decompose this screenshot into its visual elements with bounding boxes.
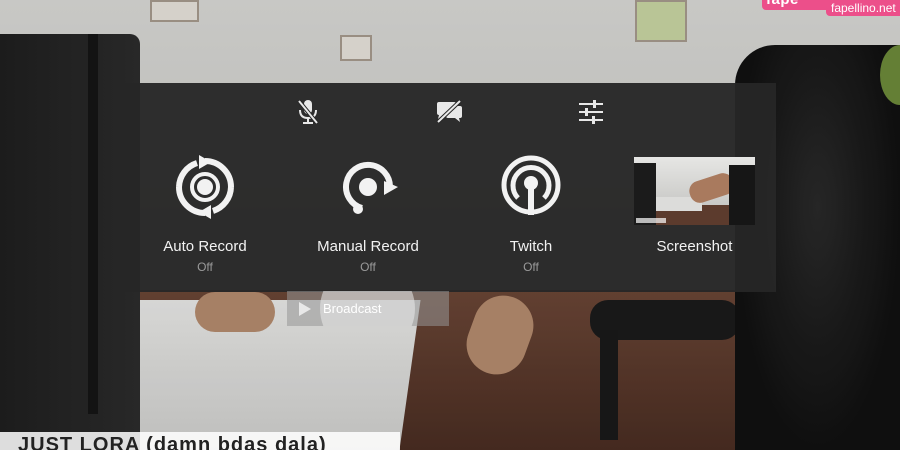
watermark-site: fapellino.net — [826, 0, 900, 16]
manual-record-tile[interactable]: Manual Record Off — [288, 155, 448, 280]
watermark-brand: fape — [766, 0, 799, 8]
auto-record-icon — [176, 155, 234, 219]
broadcast-label: Broadcast — [323, 301, 382, 316]
manual-record-icon — [343, 161, 398, 214]
auto-record-state: Off — [197, 260, 213, 274]
auto-record-tile[interactable]: Auto Record Off — [125, 155, 285, 280]
twitch-state: Off — [523, 260, 539, 274]
manual-record-state: Off — [360, 260, 376, 274]
screenshot-label[interactable]: Screenshot — [634, 238, 755, 255]
thumbnail-caption — [636, 218, 666, 223]
twitch-label: Twitch — [509, 238, 553, 255]
screenshot-thumbnail[interactable] — [634, 157, 755, 225]
thumbnail-monitor — [634, 163, 656, 225]
twitch-tile[interactable]: Twitch Off — [451, 155, 611, 280]
thumbnail-chair — [729, 165, 755, 225]
twitch-broadcast-icon — [501, 155, 561, 215]
manual-record-label: Manual Record — [317, 238, 419, 255]
watermark-logo: fape — [762, 0, 832, 10]
video-caption: JUST LORA (damn bdas dala) — [0, 432, 400, 450]
sliders-icon[interactable] — [576, 97, 606, 127]
auto-record-label: Auto Record — [163, 238, 247, 255]
mic-off-icon[interactable] — [293, 97, 323, 127]
chat-off-icon[interactable] — [434, 97, 464, 127]
broadcast-button[interactable]: Broadcast — [287, 291, 449, 326]
play-icon — [299, 302, 311, 316]
caption-text: JUST LORA (damn bdas dala) — [18, 434, 327, 450]
